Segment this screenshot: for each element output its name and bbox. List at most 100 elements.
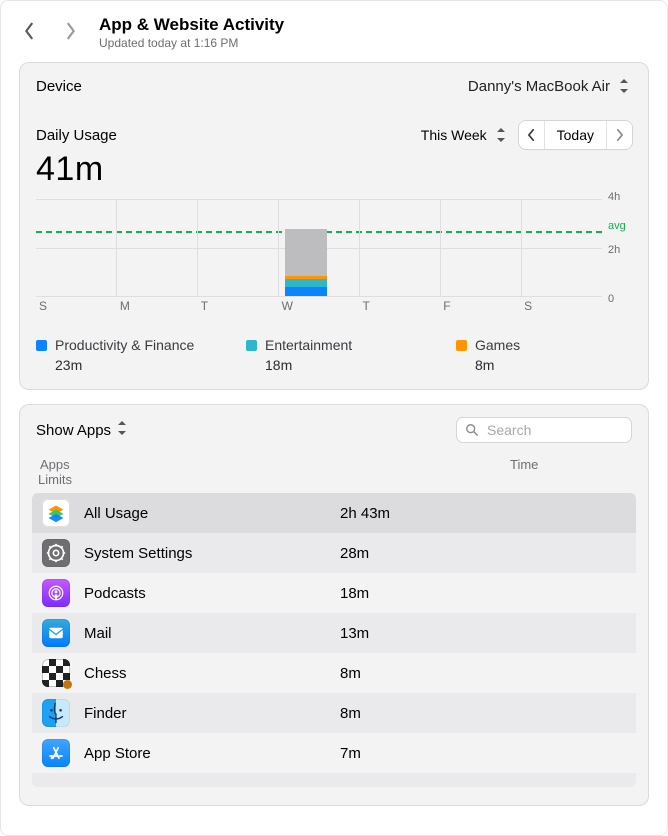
legend-label: Entertainment <box>265 337 352 353</box>
chevron-right-icon <box>65 22 77 40</box>
xlabel: F <box>440 299 521 315</box>
table-row[interactable]: Chess8m <box>32 653 636 693</box>
usage-total: 41m <box>36 150 632 189</box>
gear-icon <box>42 539 70 567</box>
legend-label: Games <box>475 337 520 353</box>
chart-grid <box>36 199 602 297</box>
app-time: 18m <box>340 585 510 602</box>
chart-legend: Productivity & Finance 23m Entertainment18… <box>36 337 632 373</box>
device-row: Device Danny's MacBook Air <box>36 75 632 109</box>
search-field[interactable] <box>456 417 632 443</box>
prev-period-button[interactable] <box>519 121 544 149</box>
app-time: 8m <box>340 705 510 722</box>
layers-icon <box>42 499 70 527</box>
table-row[interactable]: Finder8m <box>32 693 636 733</box>
col-time: Time <box>510 457 630 472</box>
table-row[interactable]: Podcasts18m <box>32 573 636 613</box>
app-time: 8m <box>340 665 510 682</box>
up-down-icon <box>117 420 127 440</box>
legend-label-row: Games <box>456 337 556 353</box>
legend-item: Entertainment18m <box>246 337 416 373</box>
app-time: 2h 43m <box>340 505 510 522</box>
app-time: 13m <box>340 625 510 642</box>
usage-panel: Device Danny's MacBook Air Daily Usage T… <box>19 62 649 390</box>
table-row-partial <box>32 773 636 787</box>
appstore-icon <box>42 739 70 767</box>
chart-col <box>198 200 279 296</box>
legend-value: 8m <box>456 357 556 373</box>
chart-col <box>522 200 602 296</box>
usage-chart: 4h 2h 0 avg SMTWTFS <box>36 199 632 315</box>
titlebar: App & Website Activity Updated today at … <box>1 1 667 58</box>
search-icon <box>465 423 479 437</box>
podcasts-icon <box>42 579 70 607</box>
xlabel: S <box>521 299 602 315</box>
forward-button[interactable] <box>63 21 79 41</box>
finder-icon <box>42 699 70 727</box>
nav-buttons <box>21 15 79 41</box>
ylabel-avg: avg <box>608 220 626 232</box>
chart-columns <box>36 200 602 296</box>
apps-panel: Show Apps Apps Time Limits All Usage2h 4… <box>19 404 649 806</box>
next-period-button[interactable] <box>606 121 632 149</box>
chevron-left-icon <box>527 128 536 142</box>
app-name: Podcasts <box>84 585 340 602</box>
bar-segment <box>285 279 327 286</box>
chevron-right-icon <box>615 128 624 142</box>
table-row[interactable]: System Settings28m <box>32 533 636 573</box>
table-row[interactable]: Mail13m <box>32 613 636 653</box>
search-input[interactable] <box>485 421 623 439</box>
xlabel: T <box>359 299 440 315</box>
apps-panel-header: Show Apps <box>32 415 636 453</box>
xlabel: S <box>36 299 117 315</box>
chart-col <box>360 200 441 296</box>
mail-icon <box>42 619 70 647</box>
legend-item: Productivity & Finance 23m <box>36 337 206 373</box>
up-down-icon <box>493 126 509 144</box>
bar-segment <box>285 287 327 296</box>
bar-stack <box>285 229 327 296</box>
table-row[interactable]: All Usage2h 43m <box>32 493 636 533</box>
page-subtitle: Updated today at 1:16 PM <box>99 36 284 50</box>
col-apps: Apps <box>38 457 340 472</box>
device-selected: Danny's MacBook Air <box>468 78 610 95</box>
chart-col <box>441 200 522 296</box>
up-down-icon <box>616 77 632 95</box>
chevron-left-icon <box>23 22 35 40</box>
ylabel-bot: 0 <box>608 293 614 305</box>
legend-label-row: Productivity & Finance <box>36 337 206 353</box>
show-apps-selector[interactable]: Show Apps <box>36 420 127 440</box>
xlabel: W <box>279 299 360 315</box>
usage-header-row: Daily Usage This Week Today <box>36 109 632 149</box>
legend-item: Games 8m <box>456 337 556 373</box>
range-selector[interactable]: This Week <box>421 126 511 144</box>
legend-label: Productivity & Finance <box>55 337 194 353</box>
daily-usage-label: Daily Usage <box>36 127 117 144</box>
legend-swatch <box>456 340 467 351</box>
app-name: App Store <box>84 745 340 762</box>
app-time: 28m <box>340 545 510 562</box>
apps-table-body: All Usage2h 43mSystem Settings28mPodcast… <box>32 493 636 787</box>
ylabel-top: 4h <box>608 191 620 203</box>
bar-segment <box>285 229 327 276</box>
chart-col <box>279 200 360 296</box>
apps-table-header: Apps Time Limits <box>32 453 636 493</box>
today-button[interactable]: Today <box>544 121 606 149</box>
chart-col <box>117 200 198 296</box>
legend-value: 23m <box>36 357 206 373</box>
chess-icon <box>42 659 70 687</box>
legend-swatch <box>36 340 47 351</box>
table-row[interactable]: App Store7m <box>32 733 636 773</box>
x-axis-labels: SMTWTFS <box>36 299 602 315</box>
device-selector[interactable]: Danny's MacBook Air <box>468 77 632 95</box>
app-name: Chess <box>84 665 340 682</box>
usage-controls: This Week Today <box>421 121 632 149</box>
range-selected: This Week <box>421 127 487 143</box>
chart-col <box>36 200 117 296</box>
back-button[interactable] <box>21 21 37 41</box>
xlabel: M <box>117 299 198 315</box>
app-name: System Settings <box>84 545 340 562</box>
page-title: App & Website Activity <box>99 15 284 35</box>
date-segmented-control: Today <box>519 121 632 149</box>
title-column: App & Website Activity Updated today at … <box>99 15 284 50</box>
